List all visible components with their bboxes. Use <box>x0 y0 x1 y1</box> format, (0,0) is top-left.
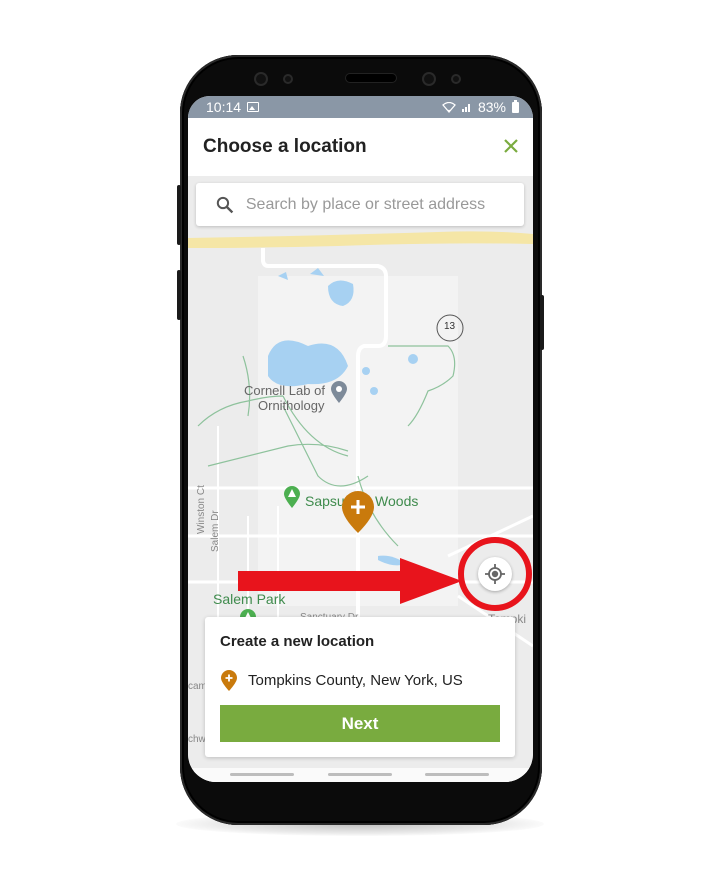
nav-home-pill[interactable] <box>328 773 392 776</box>
status-time: 10:14 <box>206 99 242 115</box>
close-button[interactable] <box>503 136 519 158</box>
cornell-lab-label[interactable]: Cornell Lab of <box>244 383 325 398</box>
close-icon[interactable] <box>503 138 519 154</box>
partial-street-label: chw <box>188 734 206 745</box>
dialog-header: Choose a location <box>188 118 533 176</box>
my-location-icon[interactable] <box>485 564 505 584</box>
wifi-icon <box>442 101 456 113</box>
front-camera-icon <box>256 74 266 84</box>
signal-icon <box>461 104 470 112</box>
card-title: Create a new location <box>220 633 375 650</box>
iris-sensor-icon <box>453 76 459 82</box>
location-name: Tompkins County, New York, US <box>248 671 463 689</box>
pond-small <box>408 354 418 364</box>
red-arrow-annotation <box>238 558 462 604</box>
battery-icon <box>512 99 519 113</box>
highway-13 <box>188 231 533 248</box>
power-button <box>540 295 544 350</box>
search-box[interactable] <box>196 183 524 226</box>
gesture-nav-bar <box>188 768 533 782</box>
route-13-label: 13 <box>444 321 456 332</box>
place-pin-icon[interactable] <box>331 381 347 403</box>
search-icon <box>216 196 234 213</box>
winston-ct-label: Winston Ct <box>196 485 207 534</box>
sensor-icon <box>285 76 291 82</box>
bixby-button <box>177 270 181 320</box>
image-icon <box>247 102 260 112</box>
salem-dr-label: Salem Dr <box>210 510 221 552</box>
my-location-button[interactable] <box>478 557 512 591</box>
page-title: Choose a location <box>203 136 367 157</box>
search-input[interactable] <box>245 195 524 214</box>
status-bar: 10:14 83% <box>188 96 533 118</box>
volume-button <box>177 185 181 245</box>
add-location-marker-icon[interactable] <box>340 489 376 533</box>
nav-back-pill[interactable] <box>425 773 489 776</box>
create-location-card: Create a new location Tompkins County, N… <box>205 617 515 757</box>
iris-camera-icon <box>424 74 434 84</box>
add-location-pin-icon <box>221 670 237 691</box>
location-row: Tompkins County, New York, US <box>220 669 500 691</box>
next-button[interactable]: Next <box>220 705 500 742</box>
nav-recents-pill[interactable] <box>230 773 294 776</box>
cornell-lab-label-2[interactable]: Ornithology <box>258 398 324 413</box>
battery-percent: 83% <box>477 99 506 115</box>
park-pin-icon[interactable] <box>284 486 300 508</box>
phone-screen: 10:14 83% Choose a location 13 Cornell L… <box>188 96 533 782</box>
earpiece-speaker <box>346 74 396 82</box>
